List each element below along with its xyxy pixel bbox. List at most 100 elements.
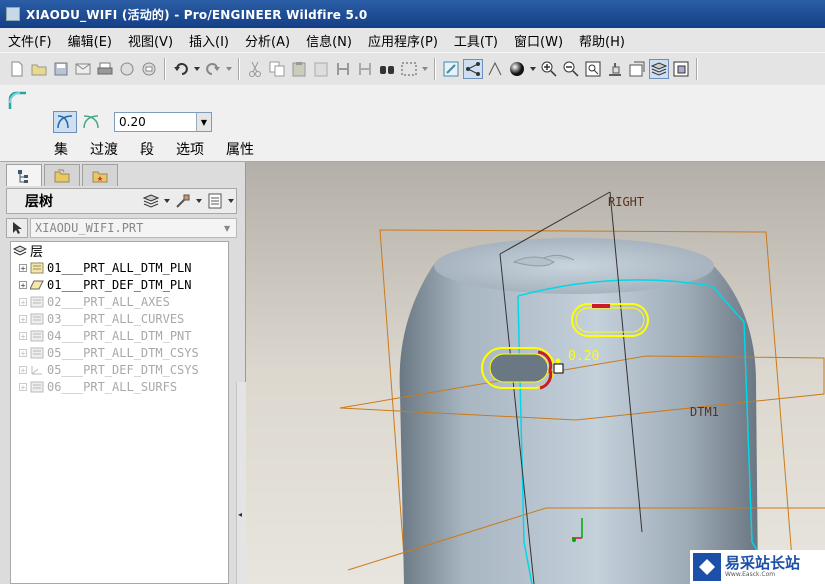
selection-box-icon[interactable] xyxy=(399,59,419,79)
refit-icon[interactable] xyxy=(583,59,603,79)
layer-edit-dropdown-icon[interactable] xyxy=(195,191,203,211)
radius-value[interactable]: 0.20 xyxy=(115,115,196,129)
layer-name: 01___PRT_DEF_DTM_PLN xyxy=(47,277,192,292)
layer-item-icon xyxy=(30,296,44,307)
radius-anchor-point xyxy=(555,358,561,364)
undo-dropdown-icon[interactable] xyxy=(193,59,201,79)
radius-field[interactable]: 0.20 ▼ xyxy=(114,112,212,132)
menu-tools[interactable]: 工具(T) xyxy=(446,31,506,50)
tab-sets[interactable]: 集 xyxy=(54,139,68,159)
expand-icon[interactable]: + xyxy=(19,297,27,306)
menu-info[interactable]: 信息(N) xyxy=(298,31,360,50)
layer-display-icon[interactable] xyxy=(141,191,161,211)
undo-icon[interactable] xyxy=(171,59,191,79)
print-icon[interactable] xyxy=(95,59,115,79)
shading-dropdown-icon[interactable] xyxy=(529,59,537,79)
send-mail-icon[interactable] xyxy=(73,59,93,79)
menu-window[interactable]: 窗口(W) xyxy=(506,31,571,50)
favorites-tab-icon[interactable] xyxy=(82,164,118,186)
round-variable-icon[interactable] xyxy=(79,111,103,133)
paste-icon[interactable] xyxy=(289,59,309,79)
graphics-viewport[interactable]: RIGHT DTM1 0.20 xyxy=(246,162,825,584)
selection-dropdown-icon[interactable] xyxy=(421,59,429,79)
menu-edit[interactable]: 编辑(E) xyxy=(60,31,120,50)
menu-help[interactable]: 帮助(H) xyxy=(571,31,633,50)
redo-dropdown-icon[interactable] xyxy=(225,59,233,79)
tab-pieces[interactable]: 段 xyxy=(140,139,154,159)
repaint-icon[interactable] xyxy=(441,59,461,79)
expand-icon[interactable]: + xyxy=(19,331,27,340)
datum-right-label: RIGHT xyxy=(608,195,644,209)
active-model-select[interactable]: XIAODU_WIFI.PRT ▼ xyxy=(30,218,237,238)
redo-icon[interactable] xyxy=(203,59,223,79)
tree-item-layer[interactable]: + 05___PRT_ALL_DTM_CSYS xyxy=(19,344,199,361)
menu-applications[interactable]: 应用程序(P) xyxy=(360,31,446,50)
main-toolbar xyxy=(0,52,825,86)
layer-settings-icon[interactable] xyxy=(205,191,225,211)
new-file-icon[interactable] xyxy=(7,59,27,79)
layer-name: 05___PRT_ALL_DTM_CSYS xyxy=(47,345,199,360)
cut-icon[interactable] xyxy=(245,59,265,79)
layer-root-label: 层 xyxy=(30,245,44,260)
orient-mode-icon[interactable] xyxy=(485,59,505,79)
tree-item-layer[interactable]: + 01___PRT_DEF_DTM_PLN xyxy=(19,276,192,293)
open-folder-icon[interactable] xyxy=(29,59,49,79)
tree-item-layer[interactable]: + 03___PRT_ALL_CURVES xyxy=(19,310,184,327)
regenerate-icon[interactable] xyxy=(333,59,353,79)
dashboard-tabs: 集 过渡 段 选项 属性 xyxy=(54,139,276,159)
menu-analysis[interactable]: 分析(A) xyxy=(237,31,298,50)
layers-icon[interactable] xyxy=(649,59,669,79)
tab-properties[interactable]: 属性 xyxy=(226,139,254,159)
paste-special-icon[interactable] xyxy=(311,59,331,79)
shading-sphere-icon[interactable] xyxy=(507,59,527,79)
find-icon[interactable] xyxy=(377,59,397,79)
radius-dropdown-icon[interactable]: ▼ xyxy=(196,113,211,131)
layer-display-dropdown-icon[interactable] xyxy=(163,191,171,211)
zoom-in-icon[interactable] xyxy=(539,59,559,79)
round-dashboard: 0.20 ▼ 集 过渡 段 选项 属性 xyxy=(0,85,825,162)
layer-settings-dropdown-icon[interactable] xyxy=(227,191,235,211)
layer-tree-title: 层树 xyxy=(25,194,53,210)
regen-manager-icon[interactable] xyxy=(355,59,375,79)
menu-insert[interactable]: 插入(I) xyxy=(181,31,237,50)
saved-views-icon[interactable] xyxy=(627,59,647,79)
view-manager-icon[interactable] xyxy=(671,59,691,79)
panel-expand-icon[interactable]: ◂ xyxy=(238,510,242,519)
expand-icon[interactable]: + xyxy=(19,263,27,272)
layer-tree-root[interactable]: 层 xyxy=(13,242,44,260)
tab-transitions[interactable]: 过渡 xyxy=(90,139,118,159)
tree-item-layer[interactable]: + 02___PRT_ALL_AXES xyxy=(19,293,170,310)
tree-item-layer[interactable]: + 01___PRT_ALL_DTM_PLN xyxy=(19,259,192,276)
menu-view[interactable]: 视图(V) xyxy=(120,31,181,50)
expand-icon[interactable]: + xyxy=(19,382,27,391)
toolbar-separator xyxy=(696,58,698,80)
save-icon[interactable] xyxy=(51,59,71,79)
model-tree-tab-icon[interactable] xyxy=(6,164,42,186)
mail-attachment-icon[interactable] xyxy=(139,59,159,79)
reorient-icon[interactable] xyxy=(605,59,625,79)
layer-tree-header: 层树 xyxy=(6,188,237,214)
round-feature-icon xyxy=(6,89,28,114)
menu-file[interactable]: 文件(F) xyxy=(0,31,60,50)
tree-item-layer[interactable]: + 06___PRT_ALL_SURFS xyxy=(19,378,177,395)
select-pointer-icon[interactable] xyxy=(6,218,28,238)
layer-edit-icon[interactable] xyxy=(173,191,193,211)
zoom-out-icon[interactable] xyxy=(561,59,581,79)
tree-item-layer[interactable]: + 04___PRT_ALL_DTM_PNT xyxy=(19,327,192,344)
expand-icon[interactable]: + xyxy=(19,348,27,357)
round-constant-icon[interactable] xyxy=(53,111,77,133)
expand-icon[interactable]: + xyxy=(19,314,27,323)
layer-item-icon xyxy=(30,347,44,358)
tab-options[interactable]: 选项 xyxy=(176,139,204,159)
folder-browser-tab-icon[interactable] xyxy=(44,164,80,186)
chevron-down-icon[interactable]: ▼ xyxy=(224,224,236,233)
model-canvas[interactable]: RIGHT DTM1 0.20 xyxy=(246,162,825,584)
spin-center-icon[interactable] xyxy=(463,59,483,79)
radius-drag-handle[interactable] xyxy=(553,363,564,374)
expand-icon[interactable]: + xyxy=(19,365,27,374)
tree-item-layer[interactable]: + 05___PRT_DEF_DTM_CSYS xyxy=(19,361,199,378)
mail-recipient-icon[interactable] xyxy=(117,59,137,79)
copy-icon[interactable] xyxy=(267,59,287,79)
expand-icon[interactable]: + xyxy=(19,280,27,289)
panel-scrollbar[interactable] xyxy=(236,382,246,584)
